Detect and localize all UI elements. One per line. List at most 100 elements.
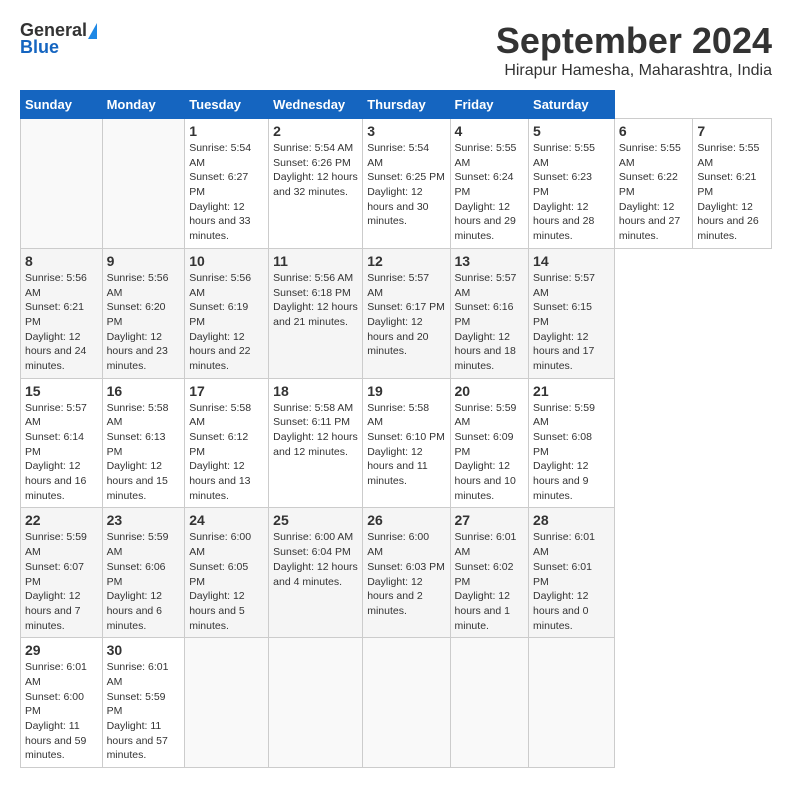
- calendar-day-cell: 6 Sunrise: 5:55 AM Sunset: 6:22 PM Dayli…: [614, 119, 693, 249]
- daylight-text: Daylight: 12 hours and 1 minute.: [455, 590, 510, 631]
- daylight-text: Daylight: 12 hours and 13 minutes.: [189, 460, 250, 501]
- logo-blue-text: Blue: [20, 37, 59, 58]
- day-number: 27: [455, 512, 525, 528]
- daylight-text: Daylight: 11 hours and 59 minutes.: [25, 720, 86, 761]
- calendar-day-cell: 2 Sunrise: 5:54 AM Sunset: 6:26 PM Dayli…: [269, 119, 363, 249]
- daylight-text: Daylight: 12 hours and 29 minutes.: [455, 201, 516, 242]
- weekday-header-thursday: Thursday: [363, 91, 450, 119]
- calendar-day-cell: 13 Sunrise: 5:57 AM Sunset: 6:16 PM Dayl…: [450, 248, 529, 378]
- sunrise-text: Sunrise: 5:57 AM: [455, 272, 517, 299]
- sunrise-text: Sunrise: 5:59 AM: [25, 531, 87, 558]
- sunrise-text: Sunrise: 5:54 AM: [273, 142, 353, 154]
- sunrise-text: Sunrise: 5:56 AM: [189, 272, 251, 299]
- day-info: Sunrise: 5:55 AM Sunset: 6:23 PM Dayligh…: [533, 141, 610, 244]
- day-info: Sunrise: 5:56 AM Sunset: 6:18 PM Dayligh…: [273, 271, 358, 330]
- calendar-day-cell: [450, 638, 529, 768]
- daylight-text: Daylight: 12 hours and 24 minutes.: [25, 331, 86, 372]
- day-number: 14: [533, 253, 610, 269]
- calendar-day-cell: 3 Sunrise: 5:54 AM Sunset: 6:25 PM Dayli…: [363, 119, 450, 249]
- day-number: 25: [273, 512, 358, 528]
- calendar-week-row: 1 Sunrise: 5:54 AM Sunset: 6:27 PM Dayli…: [21, 119, 772, 249]
- daylight-text: Daylight: 12 hours and 7 minutes.: [25, 590, 80, 631]
- day-number: 16: [107, 383, 181, 399]
- day-info: Sunrise: 5:57 AM Sunset: 6:17 PM Dayligh…: [367, 271, 445, 359]
- sunset-text: Sunset: 6:18 PM: [273, 287, 351, 299]
- day-info: Sunrise: 5:55 AM Sunset: 6:22 PM Dayligh…: [619, 141, 689, 244]
- logo-arrow-icon: [88, 23, 97, 39]
- sunrise-text: Sunrise: 5:59 AM: [455, 402, 517, 429]
- daylight-text: Daylight: 12 hours and 15 minutes.: [107, 460, 168, 501]
- sunrise-text: Sunrise: 5:54 AM: [367, 142, 429, 169]
- location-title: Hirapur Hamesha, Maharashtra, India: [496, 62, 772, 80]
- calendar-day-cell: 14 Sunrise: 5:57 AM Sunset: 6:15 PM Dayl…: [529, 248, 615, 378]
- sunset-text: Sunset: 6:25 PM: [367, 171, 445, 183]
- day-info: Sunrise: 6:01 AM Sunset: 6:01 PM Dayligh…: [533, 530, 610, 633]
- day-number: 11: [273, 253, 358, 269]
- sunrise-text: Sunrise: 5:58 AM: [367, 402, 429, 429]
- calendar-day-cell: [363, 638, 450, 768]
- calendar-day-cell: 10 Sunrise: 5:56 AM Sunset: 6:19 PM Dayl…: [185, 248, 269, 378]
- day-info: Sunrise: 5:54 AM Sunset: 6:26 PM Dayligh…: [273, 141, 358, 200]
- day-number: 17: [189, 383, 264, 399]
- day-number: 2: [273, 123, 358, 139]
- sunset-text: Sunset: 6:14 PM: [25, 431, 84, 458]
- sunrise-text: Sunrise: 6:00 AM: [273, 531, 353, 543]
- weekday-header-monday: Monday: [102, 91, 185, 119]
- sunrise-text: Sunrise: 6:01 AM: [455, 531, 517, 558]
- sunset-text: Sunset: 6:19 PM: [189, 301, 248, 328]
- calendar-day-cell: [21, 119, 103, 249]
- day-info: Sunrise: 5:57 AM Sunset: 6:15 PM Dayligh…: [533, 271, 610, 374]
- day-number: 19: [367, 383, 445, 399]
- day-number: 10: [189, 253, 264, 269]
- calendar-day-cell: 5 Sunrise: 5:55 AM Sunset: 6:23 PM Dayli…: [529, 119, 615, 249]
- calendar-day-cell: 26 Sunrise: 6:00 AM Sunset: 6:03 PM Dayl…: [363, 508, 450, 638]
- sunset-text: Sunset: 6:23 PM: [533, 171, 592, 198]
- daylight-text: Daylight: 12 hours and 22 minutes.: [189, 331, 250, 372]
- day-info: Sunrise: 5:56 AM Sunset: 6:19 PM Dayligh…: [189, 271, 264, 374]
- calendar-week-row: 29 Sunrise: 6:01 AM Sunset: 6:00 PM Dayl…: [21, 638, 772, 768]
- sunset-text: Sunset: 6:01 PM: [533, 561, 592, 588]
- sunset-text: Sunset: 6:03 PM: [367, 561, 445, 573]
- calendar-day-cell: 16 Sunrise: 5:58 AM Sunset: 6:13 PM Dayl…: [102, 378, 185, 508]
- weekday-header-wednesday: Wednesday: [269, 91, 363, 119]
- sunrise-text: Sunrise: 5:57 AM: [533, 272, 595, 299]
- sunset-text: Sunset: 6:07 PM: [25, 561, 84, 588]
- calendar-day-cell: 19 Sunrise: 5:58 AM Sunset: 6:10 PM Dayl…: [363, 378, 450, 508]
- day-number: 28: [533, 512, 610, 528]
- day-info: Sunrise: 5:55 AM Sunset: 6:24 PM Dayligh…: [455, 141, 525, 244]
- sunset-text: Sunset: 6:21 PM: [697, 171, 756, 198]
- calendar-day-cell: 12 Sunrise: 5:57 AM Sunset: 6:17 PM Dayl…: [363, 248, 450, 378]
- calendar-day-cell: 23 Sunrise: 5:59 AM Sunset: 6:06 PM Dayl…: [102, 508, 185, 638]
- sunset-text: Sunset: 6:04 PM: [273, 546, 351, 558]
- calendar-day-cell: 22 Sunrise: 5:59 AM Sunset: 6:07 PM Dayl…: [21, 508, 103, 638]
- calendar-day-cell: 30 Sunrise: 6:01 AM Sunset: 5:59 PM Dayl…: [102, 638, 185, 768]
- sunrise-text: Sunrise: 5:56 AM: [273, 272, 353, 284]
- day-info: Sunrise: 5:58 AM Sunset: 6:11 PM Dayligh…: [273, 401, 358, 460]
- day-number: 1: [189, 123, 264, 139]
- sunrise-text: Sunrise: 5:59 AM: [533, 402, 595, 429]
- calendar-day-cell: 4 Sunrise: 5:55 AM Sunset: 6:24 PM Dayli…: [450, 119, 529, 249]
- calendar-day-cell: [529, 638, 615, 768]
- daylight-text: Daylight: 12 hours and 16 minutes.: [25, 460, 86, 501]
- day-info: Sunrise: 6:01 AM Sunset: 6:00 PM Dayligh…: [25, 660, 98, 763]
- day-info: Sunrise: 5:58 AM Sunset: 6:13 PM Dayligh…: [107, 401, 181, 504]
- day-info: Sunrise: 5:57 AM Sunset: 6:14 PM Dayligh…: [25, 401, 98, 504]
- calendar-day-cell: 21 Sunrise: 5:59 AM Sunset: 6:08 PM Dayl…: [529, 378, 615, 508]
- sunset-text: Sunset: 6:11 PM: [273, 416, 350, 428]
- calendar-day-cell: 25 Sunrise: 6:00 AM Sunset: 6:04 PM Dayl…: [269, 508, 363, 638]
- day-info: Sunrise: 6:00 AM Sunset: 6:04 PM Dayligh…: [273, 530, 358, 589]
- calendar-day-cell: 29 Sunrise: 6:01 AM Sunset: 6:00 PM Dayl…: [21, 638, 103, 768]
- sunrise-text: Sunrise: 5:55 AM: [533, 142, 595, 169]
- sunrise-text: Sunrise: 5:58 AM: [107, 402, 169, 429]
- day-info: Sunrise: 5:54 AM Sunset: 6:27 PM Dayligh…: [189, 141, 264, 244]
- sunset-text: Sunset: 6:13 PM: [107, 431, 166, 458]
- sunset-text: Sunset: 6:08 PM: [533, 431, 592, 458]
- sunrise-text: Sunrise: 5:55 AM: [455, 142, 517, 169]
- calendar-day-cell: 28 Sunrise: 6:01 AM Sunset: 6:01 PM Dayl…: [529, 508, 615, 638]
- logo: General Blue: [20, 20, 98, 58]
- day-number: 4: [455, 123, 525, 139]
- day-info: Sunrise: 5:54 AM Sunset: 6:25 PM Dayligh…: [367, 141, 445, 229]
- calendar-day-cell: 27 Sunrise: 6:01 AM Sunset: 6:02 PM Dayl…: [450, 508, 529, 638]
- sunset-text: Sunset: 6:00 PM: [25, 691, 84, 718]
- calendar-day-cell: 18 Sunrise: 5:58 AM Sunset: 6:11 PM Dayl…: [269, 378, 363, 508]
